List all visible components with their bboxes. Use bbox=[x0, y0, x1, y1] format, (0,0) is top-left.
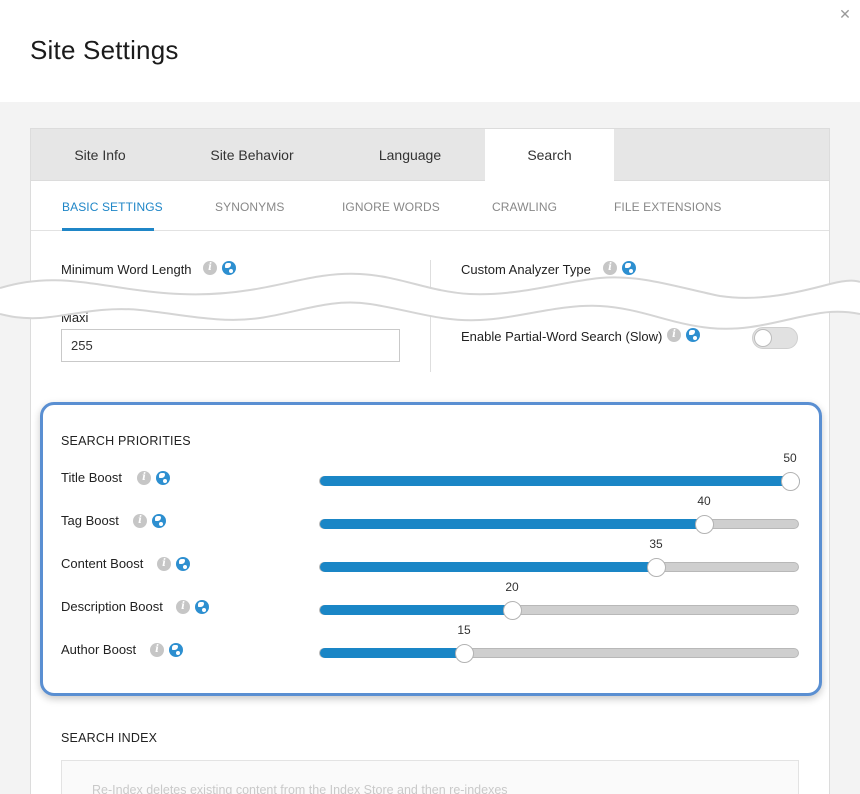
globe-icon[interactable] bbox=[195, 600, 209, 614]
search-index-note: Re-Index deletes existing content from t… bbox=[92, 783, 508, 794]
search-index-box: Re-Index deletes existing content from t… bbox=[61, 760, 799, 794]
tab-site-behavior[interactable]: Site Behavior bbox=[183, 129, 321, 181]
priority-slider-thumb[interactable] bbox=[455, 644, 474, 663]
priority-slider-label: Description Boost bbox=[61, 599, 163, 614]
tab-site-info[interactable]: Site Info bbox=[31, 129, 169, 181]
priority-slider-fill bbox=[320, 648, 464, 658]
info-icon[interactable]: i bbox=[150, 643, 164, 657]
priority-slider-label: Tag Boost bbox=[61, 513, 119, 528]
priority-slider-icons: i bbox=[176, 600, 209, 614]
globe-icon[interactable] bbox=[156, 471, 170, 485]
tab-search[interactable]: Search bbox=[485, 129, 614, 181]
priority-slider-icons: i bbox=[157, 557, 190, 571]
priority-slider-thumb[interactable] bbox=[647, 558, 666, 577]
subtab-synonyms[interactable]: SYNONYMS bbox=[215, 200, 284, 214]
priority-slider-track[interactable]: 15 bbox=[319, 623, 799, 663]
info-icon[interactable]: i bbox=[176, 600, 190, 614]
active-subtab-indicator bbox=[62, 228, 154, 231]
info-icon[interactable]: i bbox=[157, 557, 171, 571]
priority-slider-track[interactable]: 50 bbox=[319, 451, 800, 491]
main-tabs: Site Info Site Behavior Language Search bbox=[31, 129, 829, 181]
priority-slider-thumb[interactable] bbox=[695, 515, 714, 534]
priority-slider-thumb[interactable] bbox=[781, 472, 800, 491]
priority-slider-label: Title Boost bbox=[61, 470, 122, 485]
subtab-basic-settings[interactable]: BASIC SETTINGS bbox=[62, 200, 163, 214]
priority-slider-track[interactable]: 35 bbox=[319, 537, 799, 577]
subtab-ignore-words[interactable]: IGNORE WORDS bbox=[342, 200, 440, 214]
search-priorities-title: SEARCH PRIORITIES bbox=[61, 434, 191, 448]
priority-slider-thumb[interactable] bbox=[503, 601, 522, 620]
sub-tabs: BASIC SETTINGS SYNONYMS IGNORE WORDS CRA… bbox=[31, 181, 829, 231]
priority-slider-row: Description Boost i 20 bbox=[0, 580, 860, 620]
priority-slider-row: Tag Boost i 40 bbox=[0, 494, 860, 534]
globe-icon[interactable] bbox=[176, 557, 190, 571]
subtab-file-extensions[interactable]: FILE EXTENSIONS bbox=[614, 200, 722, 214]
subtab-crawling[interactable]: CRAWLING bbox=[492, 200, 557, 214]
globe-icon[interactable] bbox=[169, 643, 183, 657]
priority-slider-track[interactable]: 20 bbox=[319, 580, 799, 620]
dialog-title: Site Settings bbox=[30, 35, 179, 65]
priority-slider-value: 50 bbox=[783, 451, 797, 465]
priority-slider-value: 20 bbox=[505, 580, 519, 594]
priority-slider-value: 15 bbox=[457, 623, 471, 637]
priority-slider-icons: i bbox=[150, 643, 183, 657]
priority-slider-fill bbox=[320, 519, 704, 529]
dialog-header: Site Settings ✕ bbox=[0, 0, 860, 102]
priority-slider-icons: i bbox=[137, 471, 170, 485]
torn-edge-divider bbox=[0, 272, 860, 330]
close-icon[interactable]: ✕ bbox=[838, 7, 852, 21]
priority-slider-icons: i bbox=[133, 514, 166, 528]
priority-slider-track[interactable]: 40 bbox=[319, 494, 799, 534]
priority-slider-fill bbox=[320, 562, 656, 572]
tab-language[interactable]: Language bbox=[341, 129, 479, 181]
priority-slider-label: Content Boost bbox=[61, 556, 144, 571]
info-icon[interactable]: i bbox=[133, 514, 147, 528]
priority-slider-fill bbox=[320, 476, 800, 486]
priority-slider-fill bbox=[320, 605, 512, 615]
priority-slider-row: Author Boost i 15 bbox=[0, 623, 860, 663]
globe-icon[interactable] bbox=[152, 514, 166, 528]
site-settings-dialog: Site Settings ✕ Site Info Site Behavior … bbox=[0, 0, 860, 794]
priority-slider-row: Content Boost i 35 bbox=[0, 537, 860, 577]
priority-slider-value: 40 bbox=[697, 494, 711, 508]
priority-slider-value: 35 bbox=[649, 537, 663, 551]
priority-slider-label: Author Boost bbox=[61, 642, 137, 657]
search-index-title: SEARCH INDEX bbox=[61, 731, 158, 745]
priority-slider-row: Title Boost i 50 bbox=[0, 451, 860, 491]
info-icon[interactable]: i bbox=[137, 471, 151, 485]
